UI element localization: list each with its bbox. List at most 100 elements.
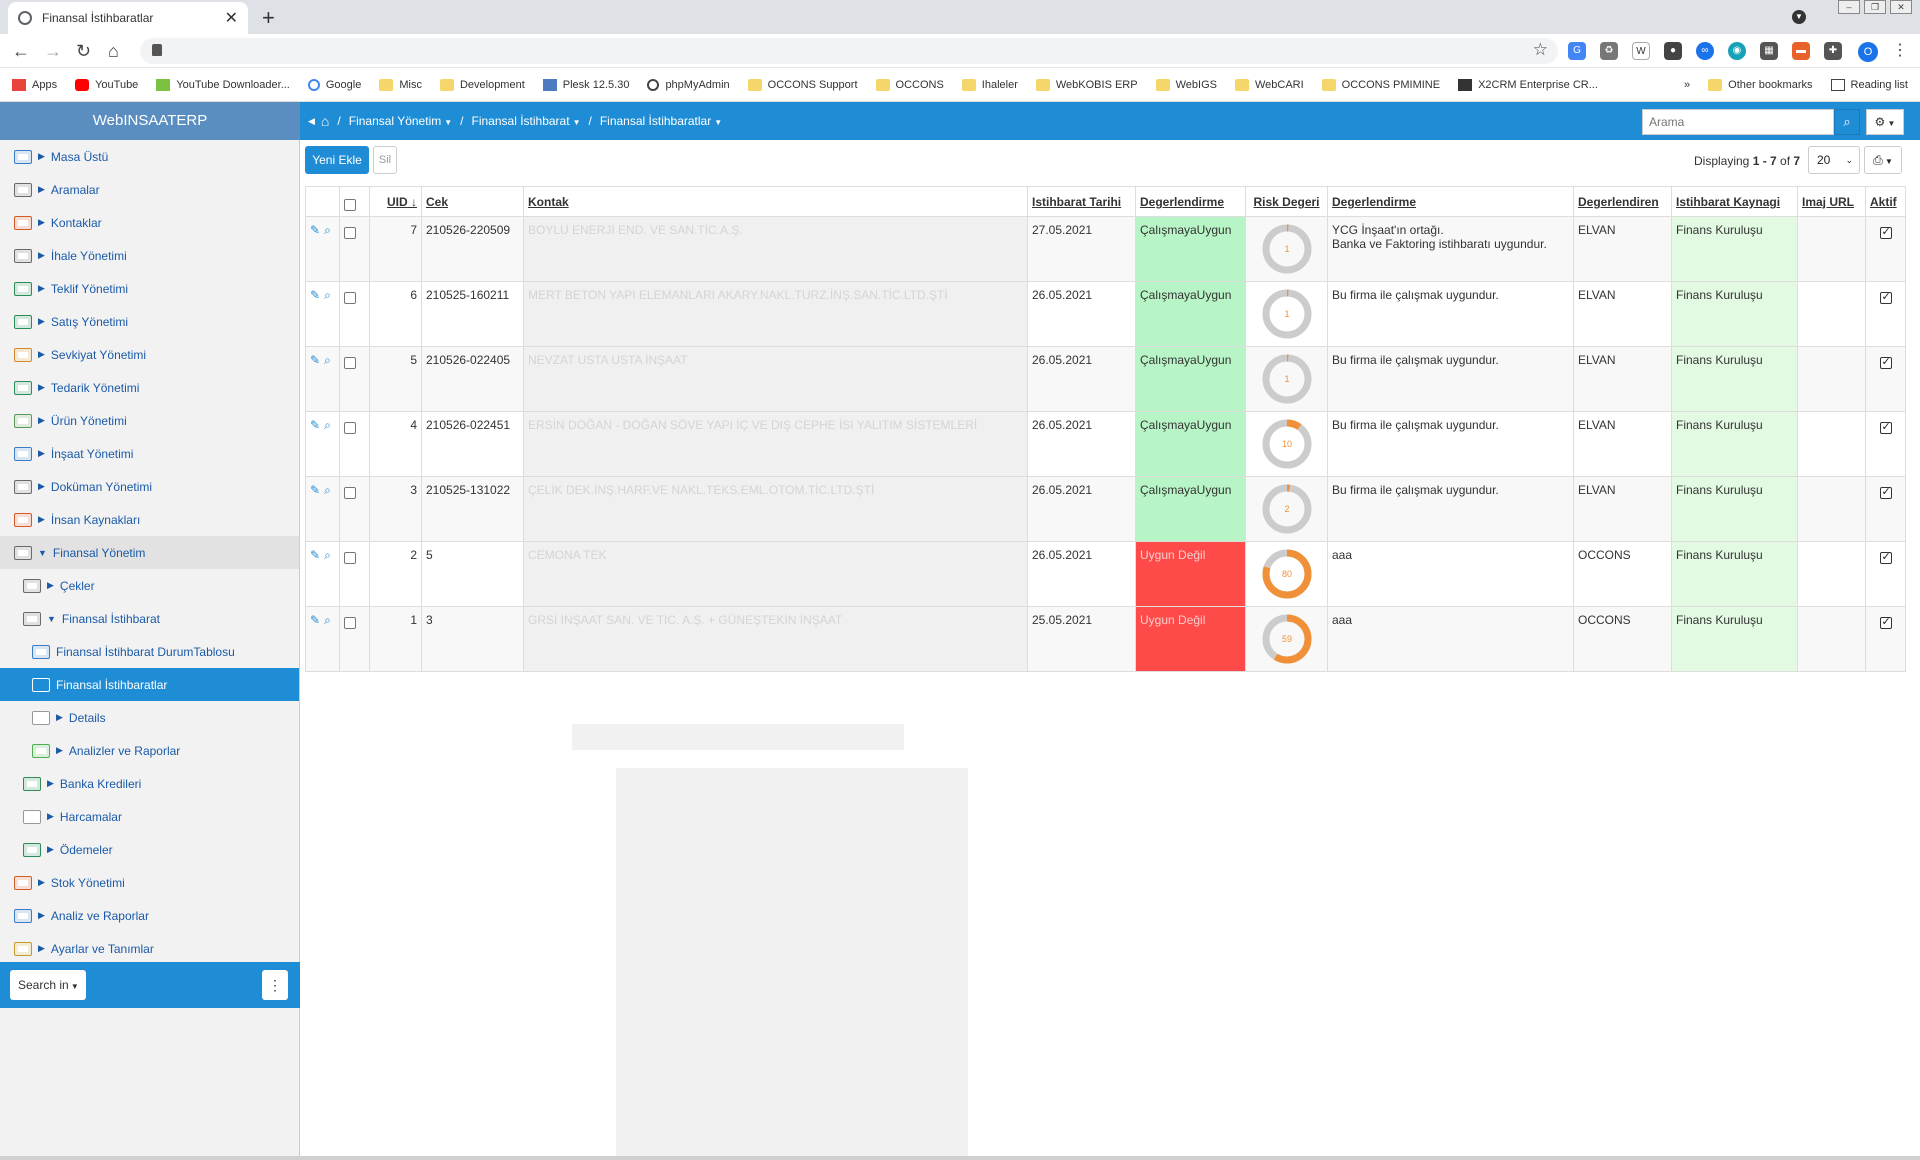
cell-cek[interactable]: 210525-131022 bbox=[421, 476, 524, 542]
add-new-button[interactable]: Yeni Ekle bbox=[305, 146, 369, 174]
row-checkbox[interactable] bbox=[344, 552, 356, 564]
new-tab-icon[interactable]: + bbox=[262, 5, 275, 31]
sidebar-item[interactable]: ▶ Teklif Yönetimi bbox=[0, 272, 299, 305]
active-checkbox[interactable] bbox=[1879, 225, 1892, 239]
sidebar-item[interactable]: ▶ Harcamalar bbox=[0, 800, 299, 833]
edit-icon[interactable]: ✎ bbox=[310, 353, 320, 367]
row-checkbox[interactable] bbox=[344, 357, 356, 369]
bookmark-ihaleler[interactable]: Ihaleler bbox=[961, 78, 1018, 91]
puzzle-icon[interactable]: ✚ bbox=[1824, 42, 1842, 60]
delete-button[interactable]: Sil bbox=[373, 146, 397, 174]
cell-cek[interactable]: 5 bbox=[421, 541, 524, 607]
view-icon[interactable]: ⌕ bbox=[324, 223, 331, 237]
reload-icon[interactable]: ↻ bbox=[76, 41, 91, 62]
sidebar-item[interactable]: ▶ İnşaat Yönetimi bbox=[0, 437, 299, 470]
edit-icon[interactable]: ✎ bbox=[310, 223, 320, 237]
sidebar-item[interactable]: ▶ İnsan Kaynakları bbox=[0, 503, 299, 536]
bookmark-webkobis[interactable]: WebKOBIS ERP bbox=[1035, 78, 1138, 91]
view-icon[interactable]: ⌕ bbox=[324, 548, 331, 562]
sidebar-item[interactable]: ▶ Satış Yönetimi bbox=[0, 305, 299, 338]
cell-kontak[interactable]: BOYLU ENERJİ END. VE SAN.TİC.A.Ş. bbox=[523, 216, 1028, 282]
select-all-checkbox[interactable] bbox=[344, 199, 356, 211]
cell-cek[interactable]: 3 bbox=[421, 606, 524, 672]
profile-avatar[interactable]: O bbox=[1858, 42, 1878, 62]
row-checkbox[interactable] bbox=[344, 422, 356, 434]
sidebar-item[interactable]: ▼ Finansal İstihbarat bbox=[0, 602, 299, 635]
column-header-imaj-url[interactable]: Imaj URL bbox=[1797, 186, 1866, 217]
bookmark-phpmyadmin[interactable]: phpMyAdmin bbox=[647, 78, 730, 91]
sidebar-item[interactable]: ▶ Ödemeler bbox=[0, 833, 299, 866]
download-ext-icon[interactable]: ▬ bbox=[1792, 42, 1810, 60]
column-header-uid[interactable]: UID ↓ bbox=[369, 186, 422, 217]
browser-menu-icon[interactable]: ⋮ bbox=[1892, 40, 1908, 60]
search-in-button[interactable]: Search in ▼ bbox=[10, 970, 86, 1000]
pin-icon[interactable]: ● bbox=[1664, 42, 1682, 60]
column-header-kontak[interactable]: Kontak bbox=[523, 186, 1028, 217]
forward-icon[interactable]: → bbox=[44, 41, 62, 62]
cell-kontak[interactable]: MERT BETON YAPI ELEMANLARI AKARY.NAKL.TU… bbox=[523, 281, 1028, 347]
column-header-degerlendirme-comment[interactable]: Degerlendirme bbox=[1327, 186, 1574, 217]
bookmark-plesk[interactable]: Plesk 12.5.30 bbox=[542, 78, 629, 91]
print-button[interactable]: ⎙ ▼ bbox=[1864, 146, 1902, 174]
row-checkbox[interactable] bbox=[344, 227, 356, 239]
sidebar-item[interactable]: ▶ Banka Kredileri bbox=[0, 767, 299, 800]
view-icon[interactable]: ⌕ bbox=[324, 353, 331, 367]
cell-kontak[interactable]: NEVZAT USTA USTA İNŞAAT bbox=[523, 346, 1028, 412]
sidebar-item[interactable]: ▶ Analizler ve Raporlar bbox=[0, 734, 299, 767]
breadcrumb-item-finansal-istihbaratlar[interactable]: Finansal İstihbaratlar ▼ bbox=[600, 114, 722, 128]
breadcrumb-item-finansal-istihbarat[interactable]: Finansal İstihbarat ▼ bbox=[472, 114, 581, 128]
browser-tab[interactable]: Finansal İstihbaratlar ✕ bbox=[8, 2, 248, 34]
column-header-istihbarat-tarihi[interactable]: Istihbarat Tarihi bbox=[1027, 186, 1136, 217]
translate-icon[interactable]: G bbox=[1568, 42, 1586, 60]
table-row[interactable]: ✎ ⌕ 5 210526-022405 NEVZAT USTA USTA İNŞAAT 2… bbox=[305, 346, 1906, 412]
bookmark-misc[interactable]: Misc bbox=[379, 78, 422, 91]
sidebar-item[interactable]: ▶ İhale Yönetimi bbox=[0, 239, 299, 272]
tab-search-icon[interactable]: ▼ bbox=[1792, 10, 1806, 24]
home-icon[interactable]: ⌂ bbox=[108, 41, 119, 62]
cell-cek[interactable]: 210526-022451 bbox=[421, 411, 524, 477]
sidebar-item[interactable]: Finansal İstihbarat DurumTablosu bbox=[0, 635, 299, 668]
bookmark-occons[interactable]: OCCONS bbox=[875, 78, 944, 91]
breadcrumb-back-icon[interactable]: ◀ bbox=[308, 116, 315, 127]
cell-cek[interactable]: 210526-022405 bbox=[421, 346, 524, 412]
sidebar-item[interactable]: ▶ Stok Yönetimi bbox=[0, 866, 299, 899]
row-checkbox[interactable] bbox=[344, 617, 356, 629]
bookmark-occons-pmimine[interactable]: OCCONS PMIMINE bbox=[1321, 78, 1440, 91]
cell-kontak[interactable]: ÇELİK DEK.İNŞ.HARF.VE NAKL.TEKS.EML.OTOM… bbox=[523, 476, 1028, 542]
sidebar-item[interactable]: ▶ Aramalar bbox=[0, 173, 299, 206]
more-options-icon[interactable]: ⋮ bbox=[262, 970, 288, 1000]
column-header-istihbarat-kaynagi[interactable]: Istihbarat Kaynagi bbox=[1671, 186, 1798, 217]
reading-list[interactable]: Reading list bbox=[1830, 79, 1908, 91]
page-size-select[interactable]: 20 ⌄ bbox=[1808, 146, 1860, 174]
edit-icon[interactable]: ✎ bbox=[310, 548, 320, 562]
breadcrumb-home-icon[interactable]: ⌂ bbox=[321, 113, 329, 129]
cell-cek[interactable]: 210525-160211 bbox=[421, 281, 524, 347]
sidebar-item[interactable]: ▶ Sevkiyat Yönetimi bbox=[0, 338, 299, 371]
edit-icon[interactable]: ✎ bbox=[310, 483, 320, 497]
active-checkbox[interactable] bbox=[1879, 355, 1892, 369]
column-header-degerlendiren[interactable]: Degerlendiren bbox=[1573, 186, 1672, 217]
html-icon[interactable]: ▦ bbox=[1760, 42, 1778, 60]
globe-ext-icon[interactable]: ◉ bbox=[1728, 42, 1746, 60]
edit-icon[interactable]: ✎ bbox=[310, 418, 320, 432]
close-tab-icon[interactable]: ✕ bbox=[225, 8, 238, 28]
other-bookmarks[interactable]: Other bookmarks bbox=[1708, 79, 1813, 91]
active-checkbox[interactable] bbox=[1879, 615, 1892, 629]
bookmark-star-icon[interactable]: ☆ bbox=[1533, 40, 1548, 60]
active-checkbox[interactable] bbox=[1879, 420, 1892, 434]
table-row[interactable]: ✎ ⌕ 6 210525-160211 MERT BETON YAPI ELEMANLA… bbox=[305, 281, 1906, 347]
cell-kontak[interactable]: ERSİN DOĞAN - DOĞAN SÖVE YAPI İÇ VE DIŞ … bbox=[523, 411, 1028, 477]
view-icon[interactable]: ⌕ bbox=[324, 288, 331, 302]
sidebar-item[interactable]: Finansal İstihbaratlar bbox=[0, 668, 299, 701]
edit-icon[interactable]: ✎ bbox=[310, 613, 320, 627]
recycle-icon[interactable]: ♻ bbox=[1600, 42, 1618, 60]
column-header-degerlendirme[interactable]: Degerlendirme bbox=[1135, 186, 1246, 217]
table-row[interactable]: ✎ ⌕ 1 3 GRSİ İNŞAAT SAN. VE TİC. A.Ş. + GÜNE… bbox=[305, 606, 1906, 672]
sidebar-item[interactable]: ▶ Çekler bbox=[0, 569, 299, 602]
cell-cek[interactable]: 210526-220509 bbox=[421, 216, 524, 282]
settings-button[interactable]: ⚙ ▼ bbox=[1866, 109, 1904, 135]
sidebar-item[interactable]: ▶ Doküman Yönetimi bbox=[0, 470, 299, 503]
link-icon[interactable]: ∞ bbox=[1696, 42, 1714, 60]
edit-icon[interactable]: ✎ bbox=[310, 288, 320, 302]
view-icon[interactable]: ⌕ bbox=[324, 418, 331, 432]
